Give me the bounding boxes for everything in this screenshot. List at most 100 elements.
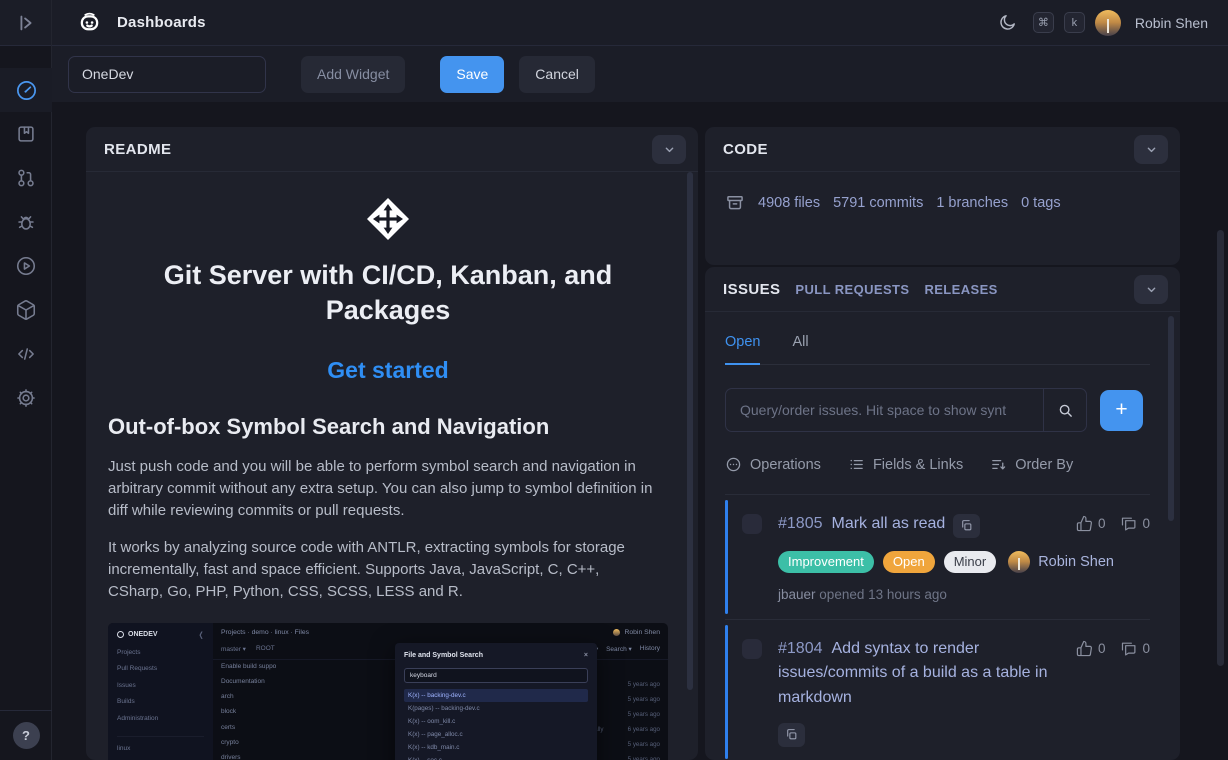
readme-heading: Git Server with CI/CD, Kanban, and Packa… [138, 258, 638, 327]
sidebar-item-packages[interactable] [0, 288, 52, 332]
issue-checkbox[interactable] [742, 639, 762, 659]
bug-icon [15, 211, 37, 233]
save-button[interactable]: Save [440, 56, 504, 93]
files-stat-link[interactable]: 4908 files [758, 195, 820, 211]
onedev-logo-icon [76, 9, 103, 36]
shortcut-k-key: k [1064, 12, 1085, 33]
rail-nav [0, 68, 51, 420]
issue-row-1805[interactable]: #1805Mark all as read 0 0 [725, 494, 1150, 619]
screenshot-logo-icon [117, 631, 124, 638]
dark-mode-icon[interactable] [998, 13, 1017, 32]
comment-action[interactable]: 0 [1120, 515, 1150, 532]
sidebar-item-code[interactable] [0, 332, 52, 376]
issue-query-input[interactable] [725, 388, 1043, 432]
user-avatar[interactable] [1095, 10, 1121, 36]
readme-widget-title: README [104, 141, 171, 158]
sidebar-item-builds[interactable] [0, 244, 52, 288]
tags-stat-link[interactable]: 0 tags [1021, 195, 1061, 211]
commits-stat-link[interactable]: 5791 commits [833, 195, 923, 211]
label-open[interactable]: Open [883, 551, 935, 573]
cancel-button[interactable]: Cancel [519, 56, 595, 93]
archive-icon [725, 193, 745, 213]
pull-request-icon [15, 167, 37, 189]
issue-assignee[interactable]: Robin Shen [1008, 551, 1114, 573]
chevron-down-icon [1144, 142, 1159, 157]
thumbs-up-icon [1076, 515, 1093, 532]
screenshot-search-modal: File and Symbol Search × keyboard K(x) -… [395, 643, 597, 760]
onedev-diamond-logo [108, 196, 668, 242]
issue-actions: 0 0 [1076, 515, 1150, 532]
tab-open[interactable]: Open [725, 334, 760, 365]
label-minor[interactable]: Minor [944, 551, 997, 573]
query-input-group [725, 388, 1087, 432]
readme-screenshot-image: ONEDEV ❬ ProjectsPull RequestsIssuesBuil… [108, 623, 668, 760]
readme-subheading: Out-of-box Symbol Search and Navigation [108, 414, 668, 440]
issue-opener: jbauer [778, 587, 816, 602]
issues-scrollbar[interactable] [1168, 316, 1174, 521]
pull-requests-link[interactable]: PULL REQUESTS [795, 282, 909, 297]
shortcut-cmd-key: ⌘ [1033, 12, 1054, 33]
readme-scrollbar[interactable] [687, 172, 693, 690]
issue-title[interactable]: #1805Mark all as read [778, 512, 1076, 538]
add-issue-button[interactable]: + [1100, 390, 1143, 431]
book-icon [15, 123, 37, 145]
left-rail: ? [0, 0, 52, 760]
expand-sidebar-icon[interactable] [15, 12, 37, 34]
comment-action[interactable]: 0 [1120, 640, 1150, 657]
sidebar-item-wiki[interactable] [0, 112, 52, 156]
rail-bottom: ? [0, 710, 52, 760]
tab-all[interactable]: All [792, 334, 808, 364]
readme-paragraph-1: Just push code and you will be able to p… [108, 456, 656, 521]
issues-widget: ISSUES PULL REQUESTS RELEASES Open All [705, 267, 1180, 760]
readme-paragraph-2: It works by analyzing source code with A… [108, 537, 656, 602]
issues-widget-title: ISSUES [723, 281, 780, 298]
screenshot-user-avatar [613, 629, 620, 636]
help-button[interactable]: ? [13, 722, 40, 749]
search-button[interactable] [1043, 388, 1087, 432]
dashboard-name-input[interactable] [68, 56, 266, 93]
readme-content: Git Server with CI/CD, Kanban, and Packa… [86, 172, 698, 760]
issue-checkbox[interactable] [742, 514, 762, 534]
topbar-right: ⌘ k Robin Shen [998, 10, 1208, 36]
search-icon [1057, 402, 1074, 419]
gear-icon [15, 387, 37, 409]
copy-button[interactable] [953, 514, 980, 538]
issues-content: Open All + [705, 312, 1180, 759]
user-name[interactable]: Robin Shen [1135, 15, 1208, 31]
releases-link[interactable]: RELEASES [924, 282, 997, 297]
sidebar-item-administration[interactable] [0, 376, 52, 420]
issues-collapse-button[interactable] [1134, 275, 1168, 304]
issue-number: #1805 [778, 515, 823, 532]
code-collapse-button[interactable] [1134, 135, 1168, 164]
screenshot-topbar: Projects · demo · linux · Files Robin Sh… [213, 623, 668, 642]
vote-action[interactable]: 0 [1076, 640, 1106, 657]
label-improvement[interactable]: Improvement [778, 551, 874, 573]
fields-links-menu[interactable]: Fields & Links [848, 456, 963, 473]
get-started-link[interactable]: Get started [108, 357, 668, 384]
sort-icon [990, 456, 1007, 473]
screenshot-branch-items: master ▾ROOT [221, 645, 275, 653]
branches-stat-link[interactable]: 1 branches [936, 195, 1008, 211]
vote-action[interactable]: 0 [1076, 515, 1106, 532]
sidebar-item-issues[interactable] [0, 200, 52, 244]
package-icon [15, 299, 37, 321]
dashboard-toolbar: Add Widget Save Cancel [52, 46, 1228, 102]
readme-collapse-button[interactable] [652, 135, 686, 164]
dashboard-canvas: README Git Server with CI/CD, Kanban, an… [52, 102, 1228, 760]
sidebar-item-dashboards[interactable] [0, 68, 52, 112]
sidebar-item-pull-requests[interactable] [0, 156, 52, 200]
screenshot-sidebar: ONEDEV ❬ ProjectsPull RequestsIssuesBuil… [108, 623, 213, 760]
issue-title[interactable]: #1804Add syntax to render issues/commits… [778, 637, 1076, 711]
code-stats-row: 4908 files 5791 commits 1 branches 0 tag… [705, 172, 1180, 234]
add-widget-button[interactable]: Add Widget [301, 56, 405, 93]
copy-button[interactable] [778, 723, 805, 747]
operations-menu[interactable]: Operations [725, 456, 821, 473]
circle-ellipsis-icon [725, 456, 742, 473]
issues-list: #1805Mark all as read 0 0 [725, 494, 1150, 759]
order-by-menu[interactable]: Order By [990, 456, 1073, 473]
issue-number: #1804 [778, 640, 823, 657]
issue-row-1804[interactable]: #1804Add syntax to render issues/commits… [725, 619, 1150, 760]
assignee-avatar [1008, 551, 1030, 573]
page-scrollbar[interactable] [1217, 230, 1224, 666]
screenshot-main: Projects · demo · linux · Files Robin Sh… [213, 623, 668, 760]
